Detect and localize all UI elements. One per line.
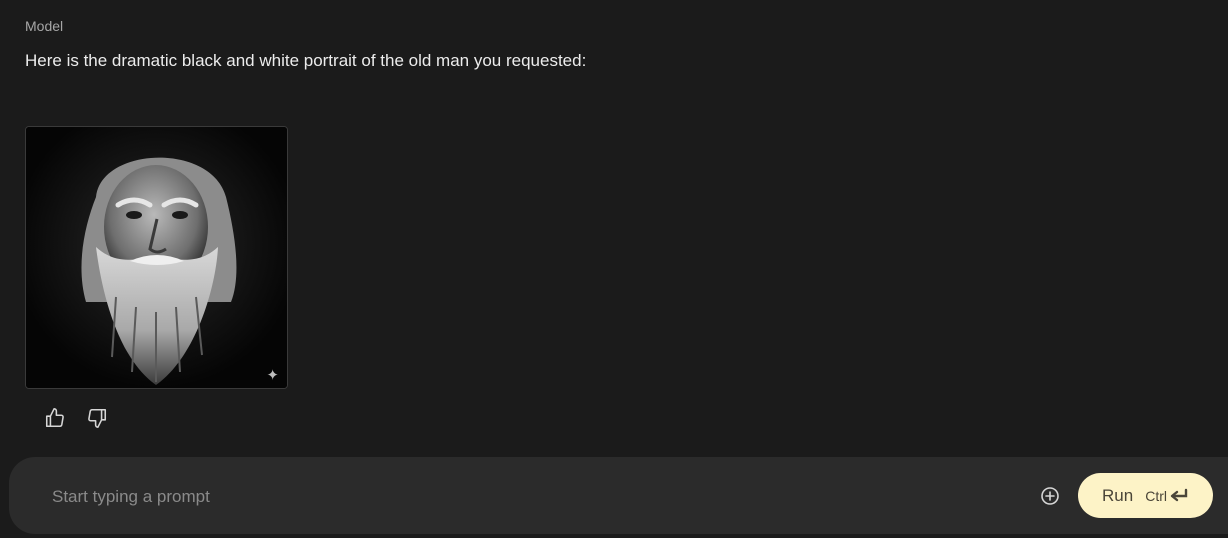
thumbs-down-button[interactable] [86, 407, 108, 429]
thumbs-up-icon [45, 408, 64, 428]
thumbs-up-button[interactable] [44, 407, 66, 429]
thumbs-down-icon [88, 408, 107, 428]
generated-image[interactable]: ✦ [25, 126, 288, 389]
plus-circle-icon [1041, 487, 1059, 505]
shortcut-label: Ctrl [1145, 487, 1167, 504]
run-shortcut: Ctrl [1145, 488, 1189, 504]
prompt-input[interactable] [50, 481, 994, 513]
add-media-button[interactable] [1039, 485, 1061, 507]
model-message: Here is the dramatic black and white por… [25, 51, 587, 70]
feedback-buttons [44, 407, 108, 429]
role-label: Model [25, 18, 64, 34]
run-button[interactable]: Run Ctrl [1078, 473, 1213, 518]
prompt-composer: Run Ctrl [9, 457, 1228, 534]
enter-icon [1170, 488, 1188, 501]
sparkle-icon: ✦ [266, 367, 279, 384]
run-label: Run [1102, 485, 1134, 505]
portrait-illustration [26, 127, 287, 388]
